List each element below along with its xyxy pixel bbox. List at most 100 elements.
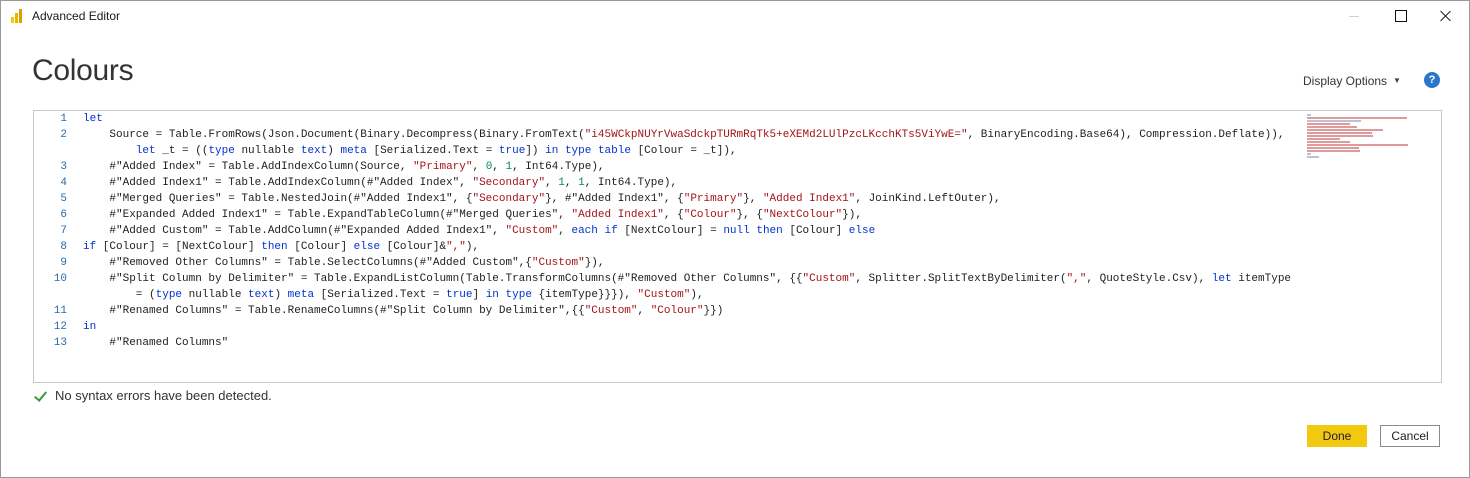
title-bar: Advanced Editor — [1, 1, 1469, 31]
code-token: ) — [327, 145, 341, 157]
minimap-line — [1307, 135, 1373, 137]
code-token: ), — [690, 289, 704, 301]
code-token: let — [83, 113, 103, 125]
code-line: let _t = ((type nullable text) meta [Ser… — [83, 143, 1301, 159]
code-minimap[interactable] — [1307, 114, 1429, 158]
code-token: , JoinKind.LeftOuter), — [855, 193, 1001, 205]
cancel-button[interactable]: Cancel — [1380, 425, 1440, 447]
code-token: [Colour] = [NextColour] — [96, 241, 262, 253]
code-token: _t = (( — [155, 145, 209, 157]
line-number: 12 — [53, 321, 67, 333]
code-token: = ( — [83, 289, 156, 301]
code-token: {itemType}}}), — [531, 289, 638, 301]
code-token: then — [756, 225, 783, 237]
code-token: in — [545, 145, 559, 157]
code-token: else — [353, 241, 381, 253]
code-token: if — [604, 225, 618, 237]
window-title: Advanced Editor — [32, 9, 121, 23]
minimize-button[interactable] — [1331, 1, 1377, 31]
code-token: 1 — [558, 177, 565, 189]
code-token: #"Added Custom" = Table.AddColumn(#"Expa… — [83, 225, 506, 237]
minimap-line — [1307, 138, 1340, 140]
line-number — [34, 287, 80, 303]
code-token: type — [155, 289, 183, 301]
line-number: 6 — [60, 209, 67, 221]
code-token: #"Split Column by Delimiter" = Table.Exp… — [83, 273, 803, 285]
code-token: "," — [446, 241, 466, 253]
line-number-gutter: 1 2 3 4 5 6 7 8 9 10 11 12 13 — [34, 111, 80, 351]
line-number: 2 — [60, 129, 67, 141]
code-token: "Custom" — [505, 225, 559, 237]
code-token: , — [545, 177, 559, 189]
query-title: Colours — [32, 54, 134, 87]
code-token: table — [597, 145, 631, 157]
minimap-line — [1307, 153, 1311, 155]
code-token: "Primary" — [413, 161, 473, 173]
code-token: type — [564, 145, 592, 157]
close-button[interactable] — [1423, 1, 1469, 31]
power-bi-logo-icon — [11, 9, 24, 23]
code-line: if [Colour] = [NextColour] then [Colour]… — [83, 239, 1301, 255]
minimap-line — [1307, 144, 1408, 146]
code-line: #"Merged Queries" = Table.NestedJoin(#"A… — [83, 191, 1301, 207]
line-number: 10 — [53, 273, 67, 285]
display-options-dropdown[interactable]: Display Options ▼ — [1303, 74, 1401, 88]
code-line: #"Added Index1" = Table.AddIndexColumn(#… — [83, 175, 1301, 191]
code-token: , — [564, 177, 579, 189]
code-token: nullable — [234, 145, 301, 157]
code-token: "Added Index1" — [571, 209, 664, 221]
code-token: #"Added Index1" = Table.AddIndexColumn(#… — [83, 177, 473, 189]
code-token: Source = Table.FromRows(Json.Document(Bi… — [83, 129, 585, 141]
code-token: , — [558, 225, 572, 237]
code-line: #"Added Index" = Table.AddIndexColumn(So… — [83, 159, 1301, 175]
code-token: true — [498, 145, 526, 157]
advanced-editor-window: Advanced Editor Colours Display Options ▼… — [0, 0, 1470, 478]
code-token: , QuoteStyle.Csv), — [1086, 273, 1212, 285]
code-line: = (type nullable text) meta [Serialized.… — [83, 287, 1301, 303]
chevron-down-icon: ▼ — [1393, 76, 1401, 85]
minimap-line — [1307, 156, 1320, 158]
code-token: "i45WCkpNUYrVwaSdckpTURmRqTk5+eXEMd2LUlP… — [584, 129, 968, 141]
code-token: "Custom" — [584, 305, 638, 317]
code-area[interactable]: let Source = Table.FromRows(Json.Documen… — [83, 111, 1301, 351]
line-number: 3 — [60, 161, 67, 173]
minimap-line — [1307, 117, 1408, 119]
code-line: #"Expanded Added Index1" = Table.ExpandT… — [83, 207, 1301, 223]
code-token: in — [83, 321, 97, 333]
code-token: }}) — [703, 305, 724, 317]
line-number: 4 — [60, 177, 67, 189]
code-token: [Colour = _t]), — [630, 145, 737, 157]
line-number: 7 — [60, 225, 67, 237]
code-token: #"Renamed Columns" = Table.RenameColumns… — [83, 305, 585, 317]
code-token: type — [208, 145, 235, 157]
code-token: "Added Index1" — [762, 193, 856, 205]
line-number: 8 — [60, 241, 67, 253]
code-token: , — [492, 161, 506, 173]
code-token: text — [300, 145, 328, 157]
code-editor[interactable]: 1 2 3 4 5 6 7 8 9 10 11 12 13 let Source = Table.Fro… — [33, 110, 1442, 383]
help-icon[interactable]: ? — [1424, 72, 1440, 88]
maximize-button[interactable] — [1377, 1, 1423, 31]
code-token: , Splitter.SplitTextByDelimiter( — [855, 273, 1067, 285]
code-token: meta — [287, 289, 315, 301]
done-button[interactable]: Done — [1307, 425, 1367, 447]
code-token: , — [472, 161, 486, 173]
code-token: "Custom" — [802, 273, 856, 285]
code-token: in — [485, 289, 499, 301]
code-token: 1 — [578, 177, 585, 189]
code-token: else — [848, 225, 876, 237]
code-token: , — [637, 305, 651, 317]
code-line: let — [83, 111, 1301, 127]
code-line: #"Added Custom" = Table.AddColumn(#"Expa… — [83, 223, 1301, 239]
code-line: #"Renamed Columns" = Table.RenameColumns… — [83, 303, 1301, 319]
code-token: "," — [1066, 273, 1087, 285]
code-token: }, #"Added Index1", { — [545, 193, 684, 205]
code-token: "Primary" — [683, 193, 744, 205]
display-options-label: Display Options — [1303, 74, 1388, 88]
code-token: , Int64.Type), — [512, 161, 605, 173]
line-number: 9 — [60, 257, 67, 269]
code-token: "Colour" — [650, 305, 704, 317]
